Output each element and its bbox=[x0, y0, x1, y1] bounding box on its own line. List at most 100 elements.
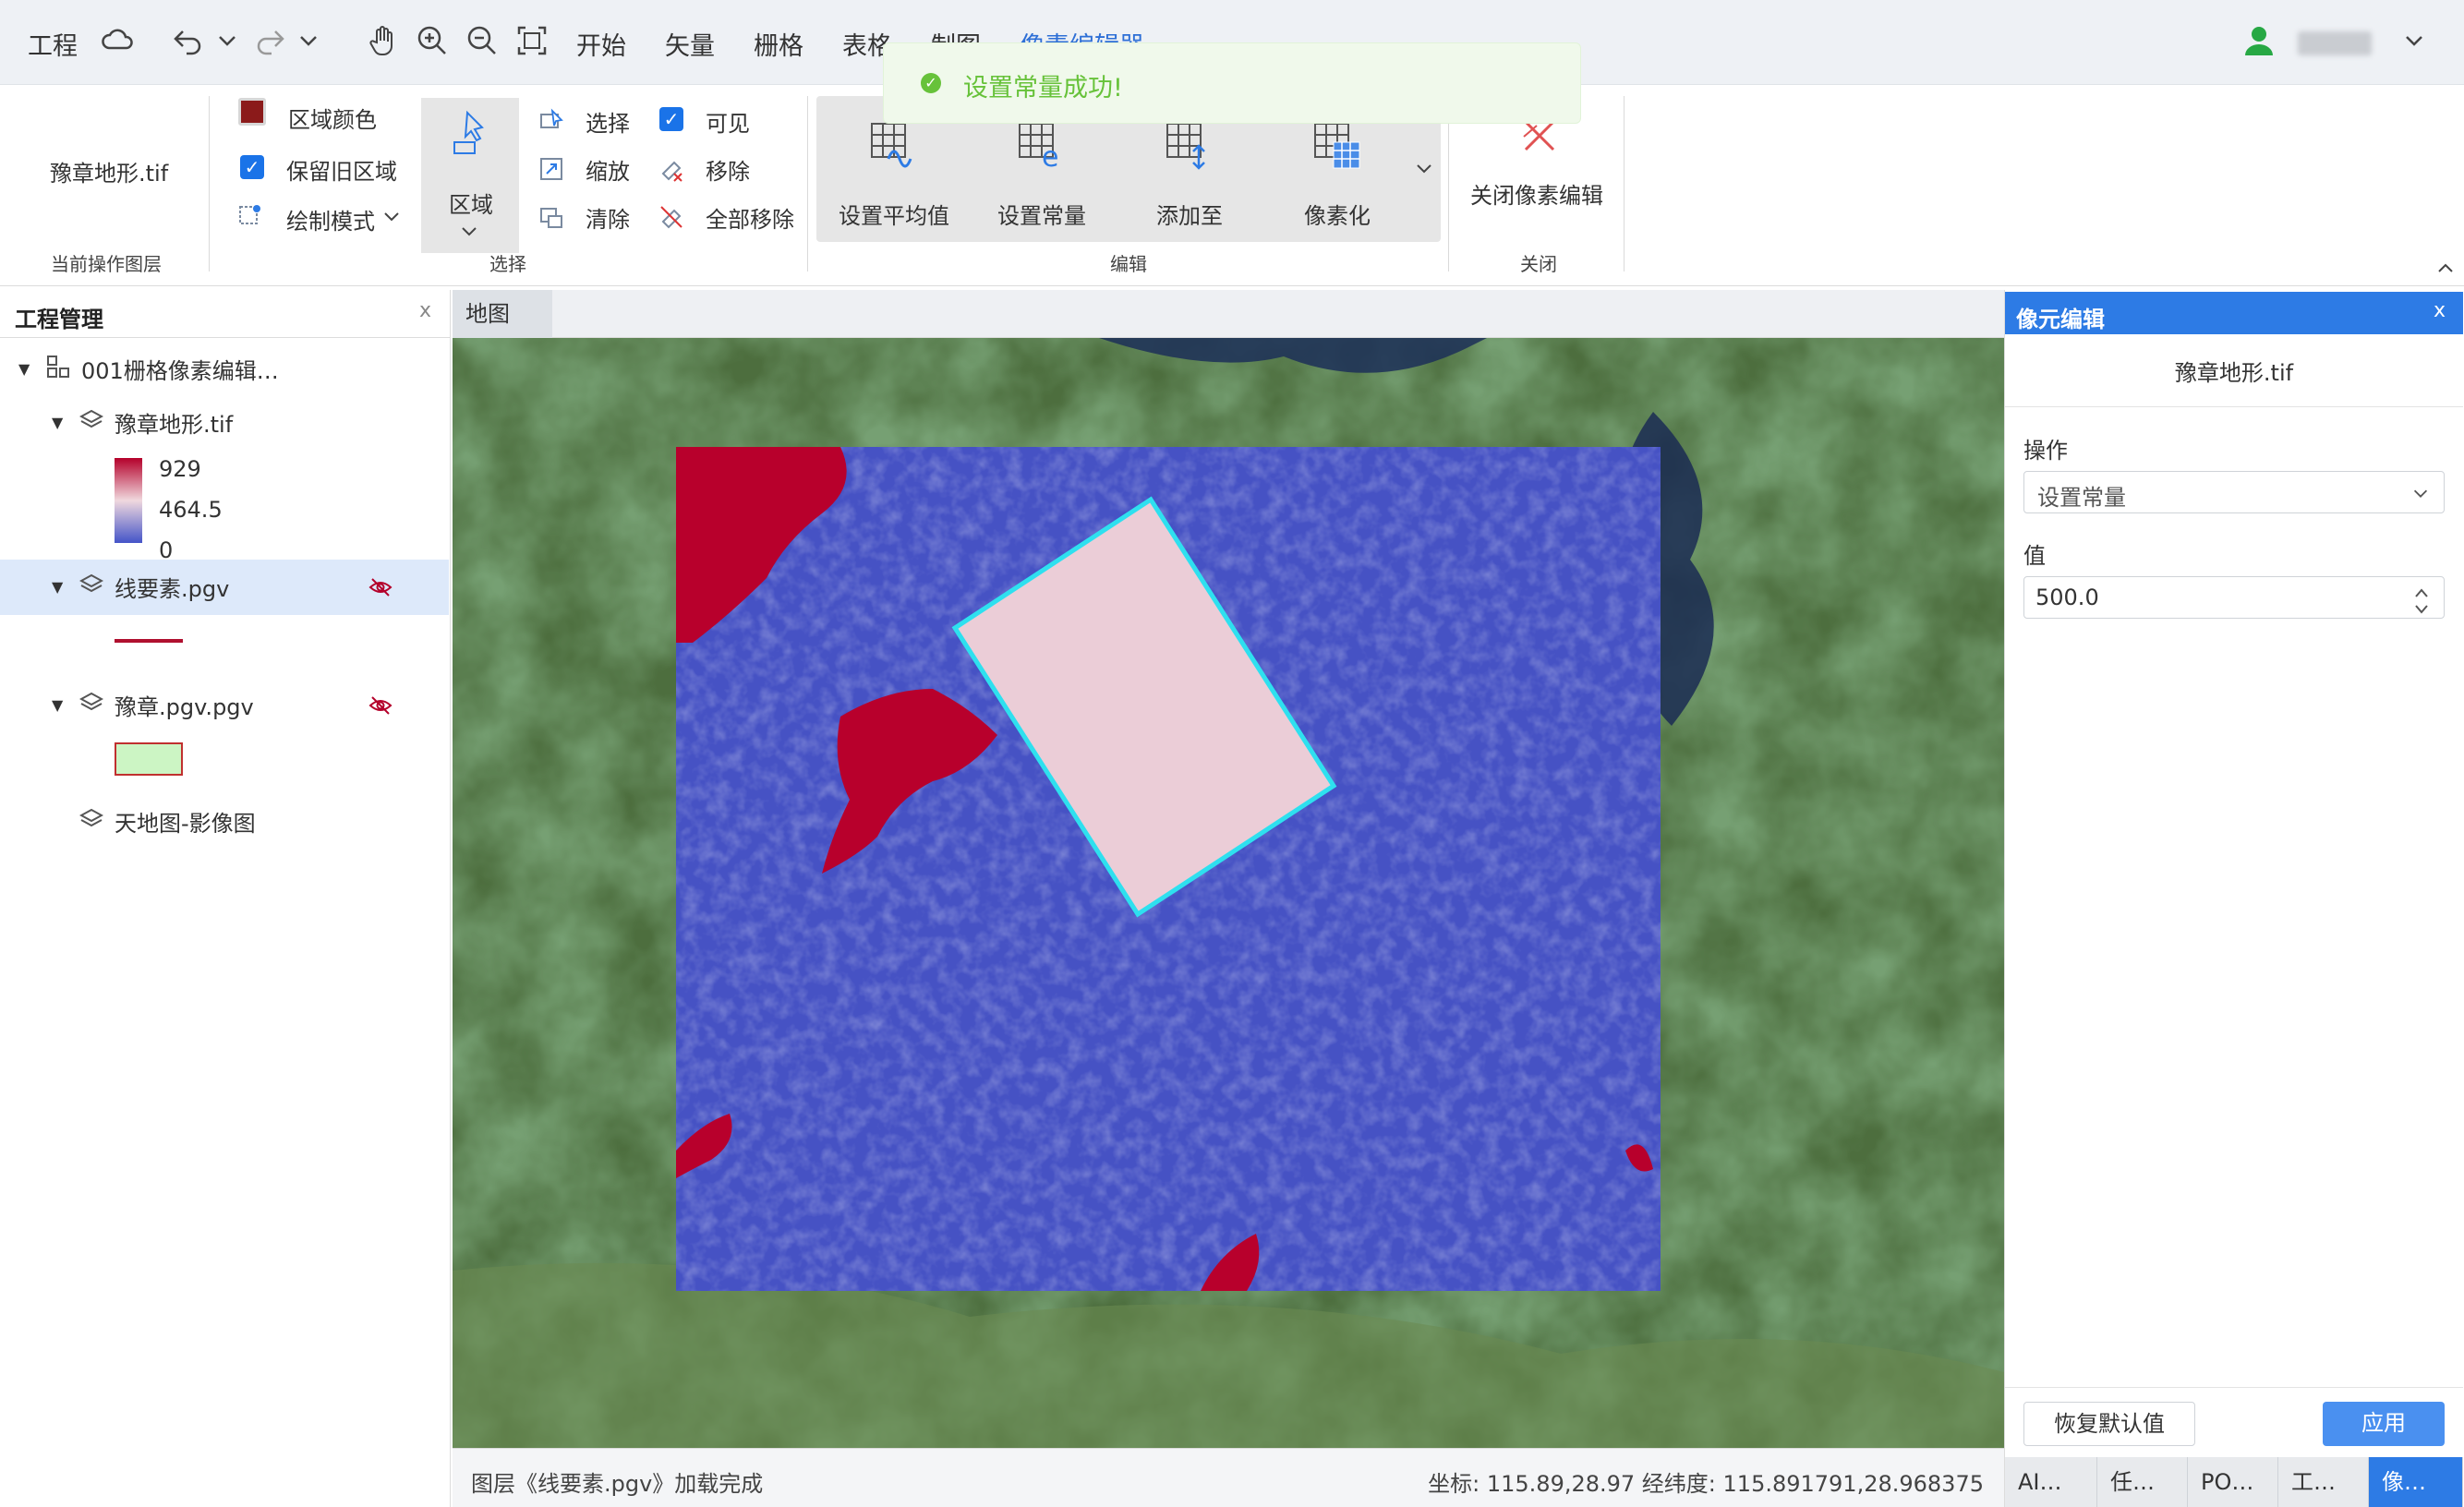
svg-text:e: e bbox=[1042, 141, 1058, 174]
polygon-symbol-swatch bbox=[115, 742, 183, 776]
divider bbox=[209, 96, 210, 271]
tab-raster[interactable]: 栅格 bbox=[754, 26, 803, 62]
decrement-icon[interactable] bbox=[2412, 597, 2431, 614]
operation-label: 操作 bbox=[2023, 438, 2068, 464]
bottom-tab-ai[interactable]: AI… bbox=[2005, 1457, 2097, 1507]
bottom-tab-task[interactable]: 任… bbox=[2097, 1457, 2188, 1507]
status-bar: 图层《线要素.pgv》加载完成 坐标: 115.89,28.97 经纬度: 11… bbox=[453, 1448, 2004, 1507]
layer-item-basemap[interactable]: 天地图-影像图 bbox=[115, 805, 256, 838]
zoom-to-region-icon[interactable] bbox=[537, 155, 565, 183]
value-input-text: 500.0 bbox=[2035, 585, 2099, 610]
operation-select-value: 设置常量 bbox=[2037, 485, 2126, 511]
cloud-icon[interactable] bbox=[100, 22, 137, 59]
remove-all-label[interactable]: 全部移除 bbox=[706, 201, 794, 234]
bottom-tab-pixel[interactable]: 像… bbox=[2369, 1457, 2463, 1507]
chevron-down-icon bbox=[2410, 483, 2431, 503]
layers-icon bbox=[79, 408, 104, 432]
map-rendering[interactable] bbox=[453, 338, 2004, 1448]
chevron-down-icon[interactable] bbox=[214, 22, 240, 59]
project-panel-header: 工程管理 x bbox=[0, 290, 451, 338]
success-toast: ✓ 设置常量成功! bbox=[883, 42, 1581, 124]
tab-vector[interactable]: 矢量 bbox=[665, 26, 715, 62]
value-label: 值 bbox=[2023, 543, 2046, 569]
full-extent-icon[interactable] bbox=[513, 22, 550, 59]
current-layer-name[interactable]: 豫章地形.tif bbox=[50, 155, 168, 187]
tab-start[interactable]: 开始 bbox=[576, 26, 626, 62]
remove-region-icon[interactable] bbox=[658, 155, 685, 183]
divider bbox=[807, 96, 808, 271]
chevron-down-icon[interactable] bbox=[296, 22, 321, 59]
menu-project[interactable]: 工程 bbox=[28, 26, 78, 62]
chevron-down-icon[interactable] bbox=[380, 205, 403, 227]
success-check-icon: ✓ bbox=[921, 73, 941, 93]
zoom-label[interactable]: 缩放 bbox=[586, 153, 630, 186]
keep-old-region-checkbox[interactable]: ✓ bbox=[240, 155, 264, 179]
reset-defaults-button[interactable]: 恢复默认值 bbox=[2023, 1402, 2195, 1446]
project-manager-panel: 工程管理 x ▼ 001栅格像素编辑… ▼ 豫章地形.tif 929 464.5… bbox=[0, 290, 451, 1507]
project-root-item[interactable]: 001栅格像素编辑… bbox=[81, 353, 279, 385]
region-tool-button[interactable]: 区域 bbox=[421, 98, 519, 253]
visibility-off-icon[interactable] bbox=[368, 574, 393, 600]
close-icon[interactable]: x bbox=[419, 299, 431, 322]
bottom-tab-project[interactable]: 工… bbox=[2278, 1457, 2369, 1507]
expand-caret-icon[interactable]: ▼ bbox=[52, 578, 63, 596]
clear-region-icon[interactable] bbox=[537, 203, 565, 231]
visible-label[interactable]: 可见 bbox=[706, 105, 750, 138]
pixel-panel-title: 像元编辑 bbox=[2016, 307, 2105, 332]
keep-old-region-label[interactable]: 保留旧区域 bbox=[286, 153, 397, 186]
draw-mode-icon[interactable] bbox=[236, 201, 264, 229]
map-tab-bar: 地图 bbox=[453, 290, 2004, 338]
visible-checkbox[interactable]: ✓ bbox=[659, 107, 683, 131]
zoom-out-icon[interactable] bbox=[464, 22, 501, 59]
pan-hand-icon[interactable] bbox=[366, 22, 403, 59]
region-label: 区域 bbox=[449, 192, 493, 218]
pixelize-icon bbox=[1310, 118, 1365, 174]
close-icon[interactable]: x bbox=[2434, 299, 2446, 322]
apply-button[interactable]: 应用 bbox=[2323, 1402, 2445, 1446]
chevron-down-icon[interactable] bbox=[1413, 157, 1435, 179]
draw-mode-label[interactable]: 绘制模式 bbox=[286, 203, 375, 235]
username-blurred bbox=[2298, 31, 2372, 55]
expand-caret-icon[interactable]: ▼ bbox=[52, 414, 63, 431]
region-color-label[interactable]: 区域颜色 bbox=[288, 102, 377, 134]
layer-item-polygon[interactable]: 豫章.pgv.pgv bbox=[115, 689, 254, 721]
set-mean-label: 设置平均值 bbox=[839, 203, 949, 229]
pixelize-label: 像素化 bbox=[1304, 203, 1371, 229]
close-pixel-edit-label[interactable]: 关闭像素编辑 bbox=[1470, 177, 1603, 210]
layer-item-terrain[interactable]: 豫章地形.tif bbox=[115, 406, 233, 439]
legend-max: 929 bbox=[159, 456, 201, 482]
operation-select[interactable]: 设置常量 bbox=[2023, 471, 2445, 513]
expand-caret-icon[interactable]: ▼ bbox=[18, 360, 30, 378]
pixel-panel-layer-name: 豫章地形.tif bbox=[2174, 360, 2294, 386]
tab-map[interactable]: 地图 bbox=[453, 290, 552, 338]
remove-all-icon[interactable] bbox=[658, 203, 685, 231]
increment-icon[interactable] bbox=[2412, 581, 2431, 597]
region-select-icon bbox=[449, 109, 491, 159]
value-number-input[interactable]: 500.0 bbox=[2023, 576, 2445, 619]
undo-icon[interactable] bbox=[170, 22, 207, 59]
map-canvas[interactable] bbox=[453, 338, 2004, 1448]
chevron-down-icon[interactable] bbox=[458, 220, 480, 242]
chevron-down-icon[interactable] bbox=[2401, 22, 2427, 59]
add-to-label: 添加至 bbox=[1156, 203, 1223, 229]
set-constant-icon: e bbox=[1014, 118, 1069, 174]
select-region-icon[interactable] bbox=[537, 107, 565, 135]
bottom-tab-po[interactable]: PO… bbox=[2188, 1457, 2278, 1507]
pixel-panel-header: 像元编辑 x bbox=[2005, 292, 2463, 334]
divider bbox=[1624, 96, 1625, 271]
zoom-in-icon[interactable] bbox=[414, 22, 451, 59]
layer-item-line[interactable]: 线要素.pgv bbox=[115, 571, 229, 603]
remove-label[interactable]: 移除 bbox=[706, 153, 750, 186]
add-to-icon bbox=[1162, 118, 1217, 174]
legend-color-ramp bbox=[115, 458, 142, 543]
clear-label[interactable]: 清除 bbox=[586, 201, 630, 234]
visibility-off-icon[interactable] bbox=[368, 693, 393, 718]
line-symbol-swatch bbox=[115, 639, 183, 643]
redo-icon[interactable] bbox=[251, 22, 288, 59]
region-color-swatch[interactable] bbox=[238, 98, 266, 126]
user-icon[interactable] bbox=[2241, 22, 2277, 59]
collapse-ribbon-icon[interactable] bbox=[2434, 257, 2457, 279]
expand-caret-icon[interactable]: ▼ bbox=[52, 696, 63, 714]
select-label[interactable]: 选择 bbox=[586, 105, 630, 138]
layers-icon bbox=[79, 691, 104, 715]
